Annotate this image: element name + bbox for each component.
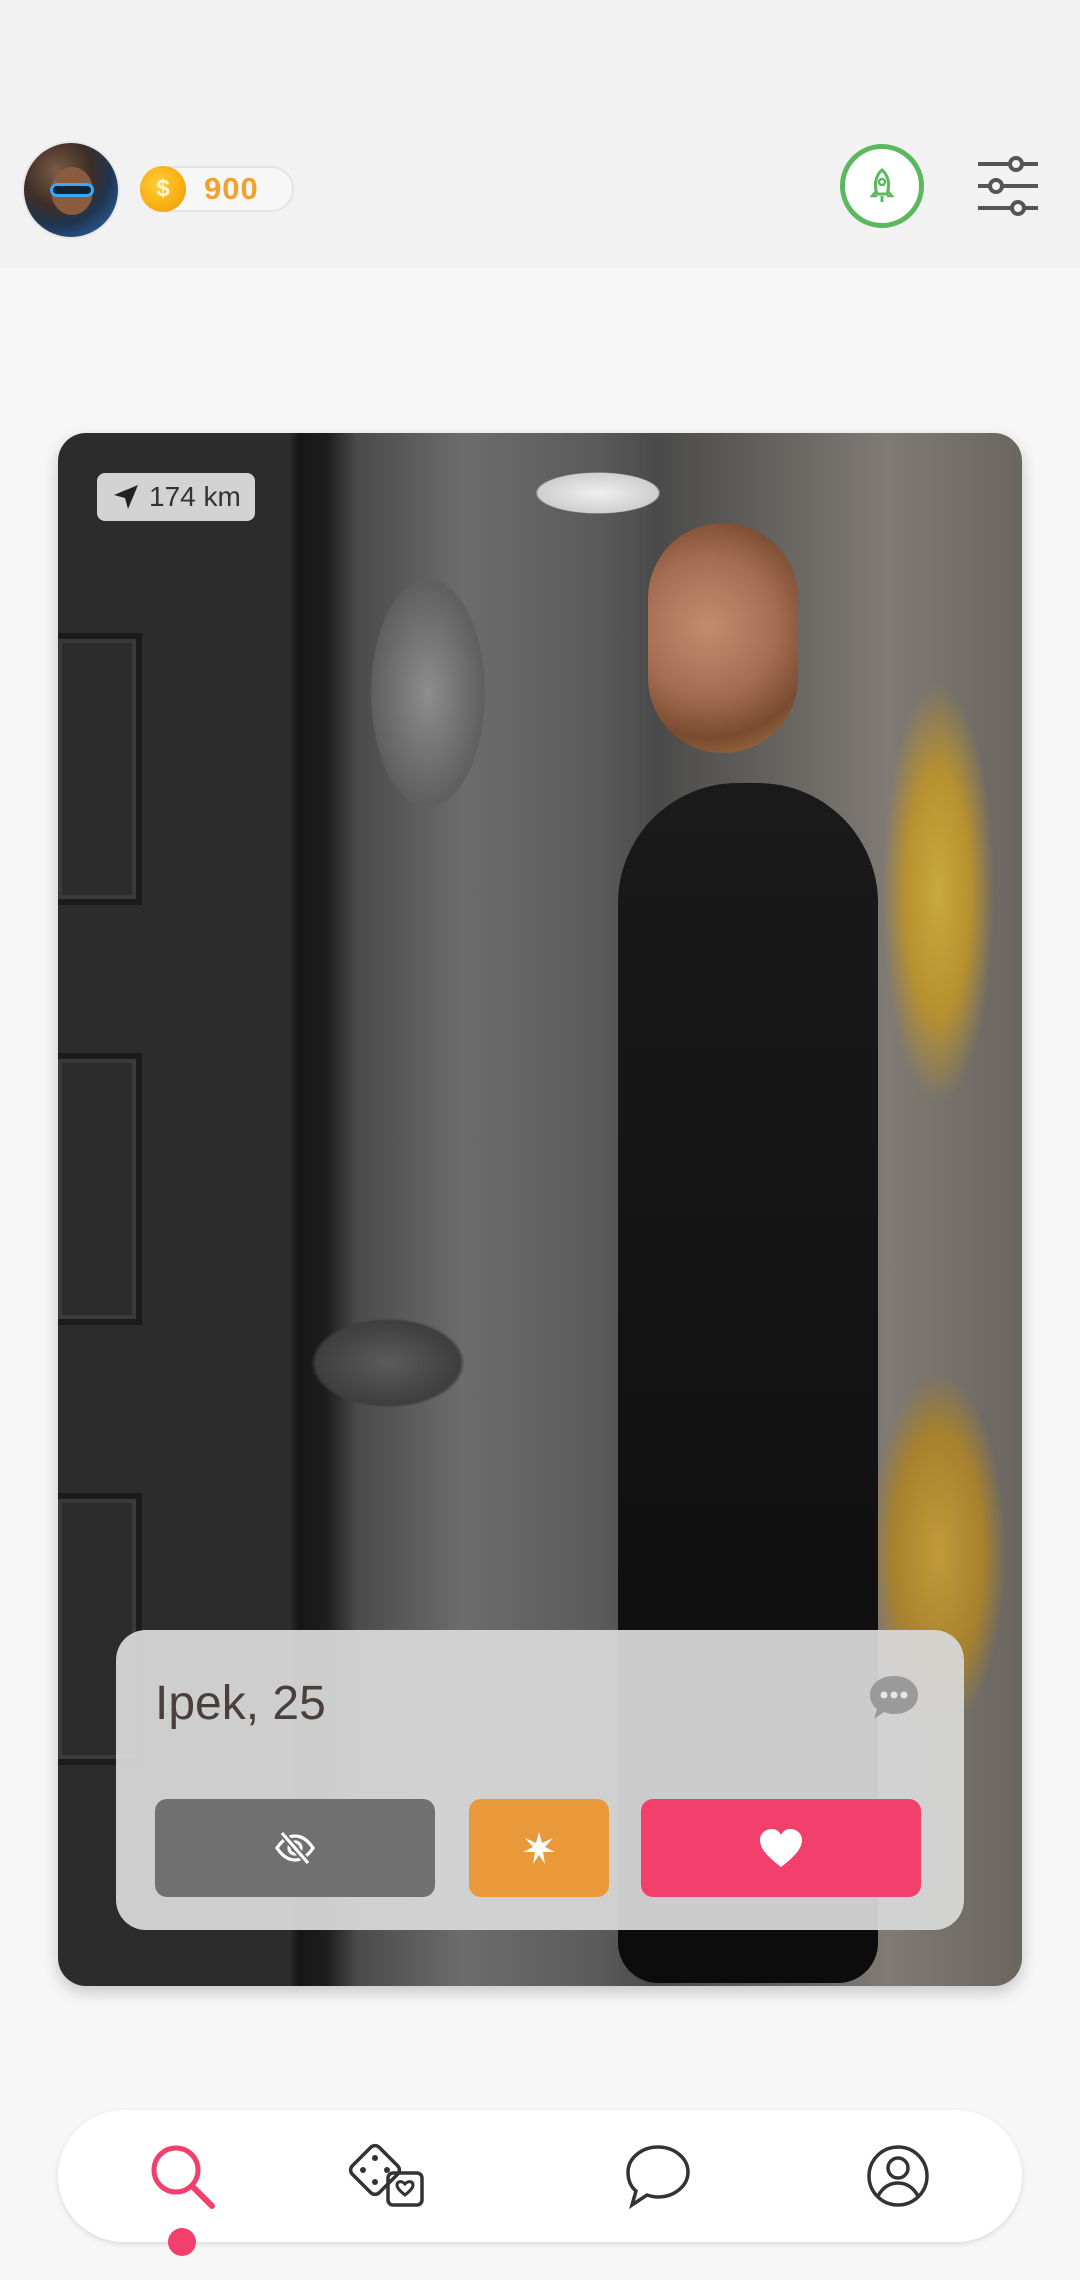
like-button[interactable]: [641, 1799, 921, 1897]
heart-icon: [760, 1829, 802, 1867]
profile-icon: [867, 2145, 929, 2207]
rocket-icon: [869, 168, 895, 202]
user-avatar[interactable]: [24, 143, 118, 237]
eye-slash-icon: [275, 1830, 315, 1866]
photo-mural-yellow: [858, 553, 1018, 1753]
coin-count: 900: [204, 171, 259, 206]
dice-icon: [348, 2143, 424, 2207]
message-bubble-icon[interactable]: [866, 1672, 922, 1724]
boost-button[interactable]: [840, 144, 924, 228]
bottom-nav: [58, 2110, 1022, 2256]
coin-icon: $: [140, 166, 186, 212]
profile-card[interactable]: 174 km Ipek, 25: [58, 433, 1022, 1986]
photo-door-panel: [58, 633, 142, 905]
search-icon: [151, 2145, 215, 2209]
distance-text: 174 km: [149, 481, 241, 512]
nav-profile[interactable]: [858, 2136, 938, 2216]
photo-door-panel: [58, 1053, 142, 1325]
profile-name-age: Ipek, 25: [155, 1677, 326, 1730]
top-bar: $ 900: [0, 0, 1080, 268]
nav-random[interactable]: [348, 2136, 428, 2216]
location-arrow-icon: [114, 485, 138, 509]
avatar-sunglasses: [50, 183, 94, 197]
superlike-button[interactable]: [469, 1799, 609, 1897]
coin-balance[interactable]: $ 900: [140, 166, 294, 212]
distance-badge: 174 km: [97, 473, 255, 521]
nav-messages[interactable]: [618, 2136, 698, 2216]
chat-icon: [626, 2145, 690, 2210]
nav-search[interactable]: [142, 2136, 222, 2216]
photo-person-head: [648, 523, 798, 753]
sparkle-icon: [523, 1832, 555, 1864]
active-tab-indicator: [168, 2228, 196, 2256]
filter-sliders-icon[interactable]: [972, 154, 1044, 218]
hide-button[interactable]: [155, 1799, 435, 1897]
profile-info-panel: Ipek, 25: [116, 1630, 964, 1930]
